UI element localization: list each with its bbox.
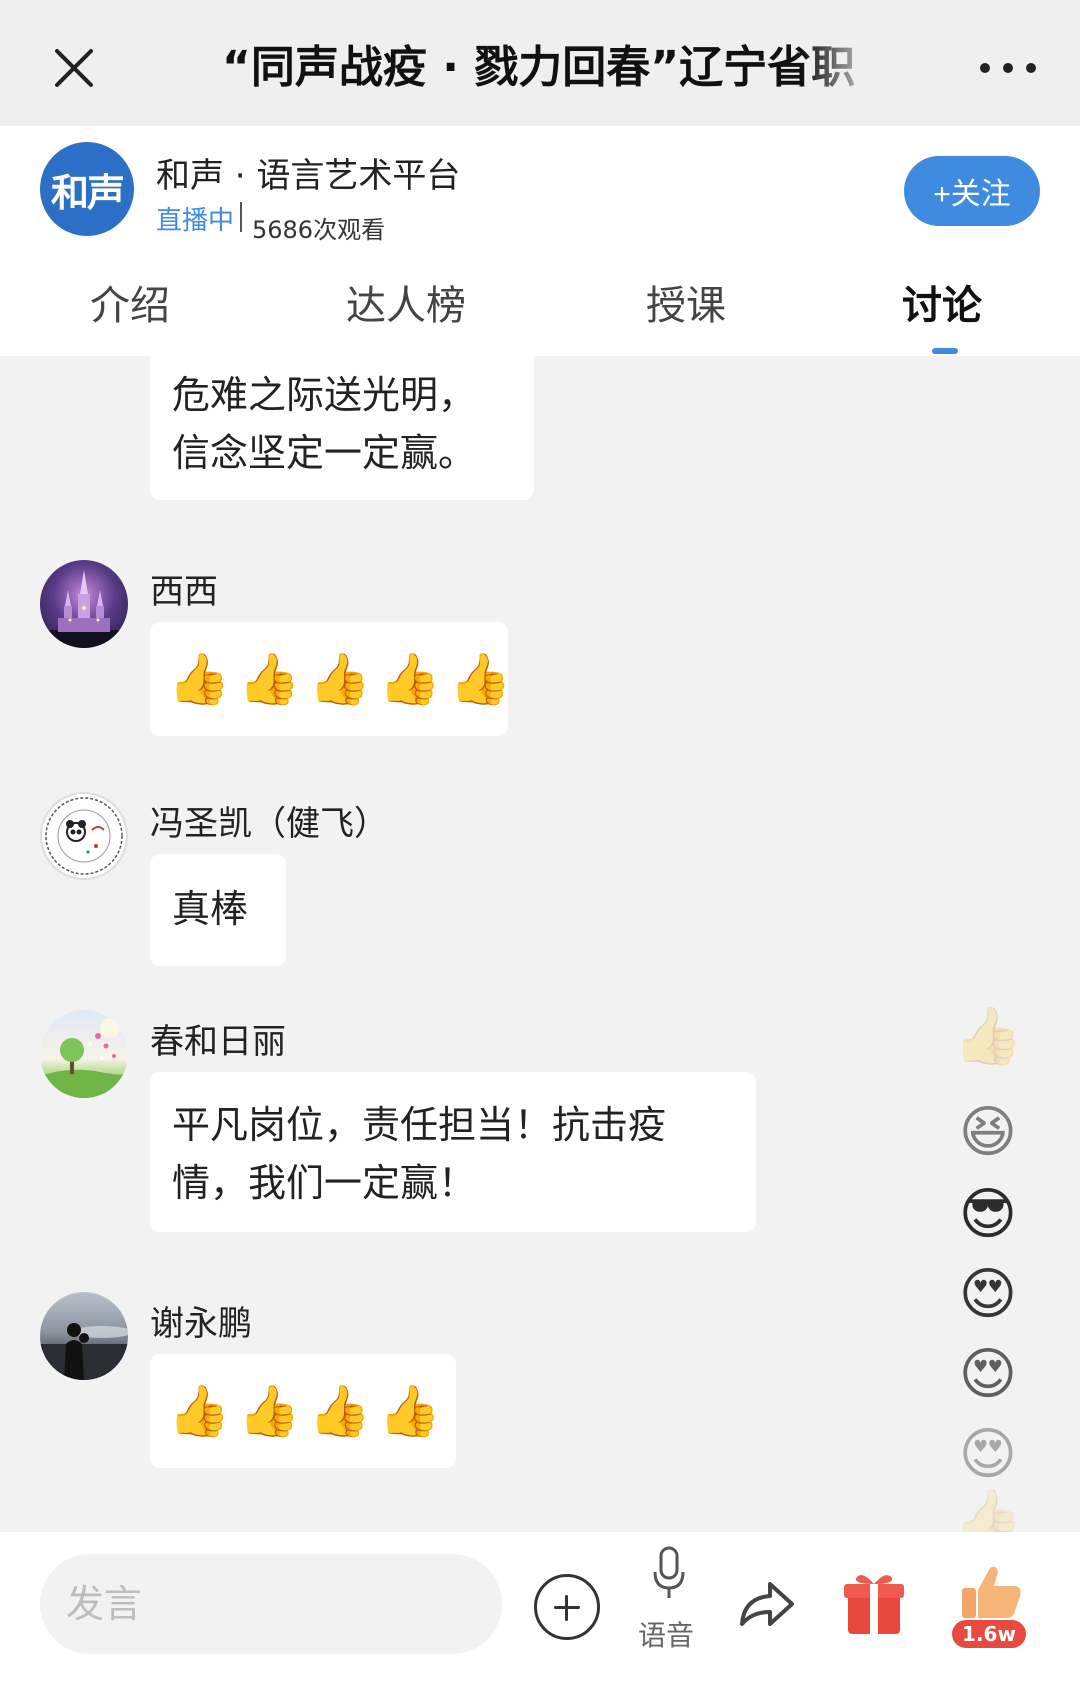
heart-eyes-face-icon: 😍 (958, 1341, 1018, 1407)
active-tab-indicator (932, 348, 958, 354)
channel-header: 和声 和声 · 语言艺术平台 直播中 5686次观看 +关注 (0, 126, 1080, 256)
thumbs-up-emoji: 👍 (238, 1382, 301, 1440)
thumbs-up-emoji: 👍 (449, 650, 512, 708)
tab-discussion[interactable]: 讨论 (902, 278, 982, 334)
avatar[interactable] (40, 1292, 128, 1380)
tab-leaderboard[interactable]: 达人榜 (346, 278, 466, 334)
tab-lessons[interactable]: 授课 (646, 278, 726, 334)
share-icon[interactable] (734, 1572, 798, 1636)
message-text-line: 平凡岗位，责任担当！抗击疫 (172, 1103, 667, 1147)
follow-button[interactable]: +关注 (904, 156, 1040, 226)
channel-name[interactable]: 和声 · 语言艺术平台 (156, 148, 460, 197)
thumbs-up-emoji: 👍 (238, 650, 301, 708)
channel-logo[interactable]: 和声 (40, 142, 134, 236)
like-button[interactable]: 1.6w (952, 1562, 1026, 1658)
avatar[interactable] (40, 792, 128, 880)
message-bubble[interactable]: 👍 👍 👍 👍 👍 (150, 622, 512, 736)
voice-button[interactable]: 语音 (632, 1546, 706, 1666)
divider (240, 202, 242, 232)
message-bubble[interactable]: 危难之际送光明， 信念坚定一定赢。 (150, 356, 534, 500)
thumbs-up-emoji: 👍 (308, 1382, 371, 1440)
message-text-line: 情，我们一定赢！ (172, 1161, 477, 1205)
more-icon[interactable] (980, 56, 1036, 80)
top-bar: “同声战疫 · 戮力回春”辽宁省职 (0, 0, 1080, 126)
message-bubble[interactable]: 平凡岗位，责任担当！抗击疫 情，我们一定赢！ (150, 1072, 756, 1232)
voice-label: 语音 (638, 1619, 695, 1652)
avatar[interactable] (40, 560, 128, 648)
microphone-icon (653, 1546, 685, 1598)
thumbs-up-emoji: 👍 (378, 650, 442, 708)
message-author[interactable]: 西西 (150, 564, 218, 613)
thumbs-up-emoji: 👍 (168, 650, 231, 708)
message-author[interactable]: 冯圣凯（健飞） (150, 796, 388, 845)
sunglasses-face-icon: 😎 (958, 1181, 1018, 1247)
heart-eyes-face-icon: 😍 (958, 1261, 1018, 1327)
close-icon[interactable] (44, 38, 104, 98)
thumbs-up-icon: 👍 (953, 1004, 1023, 1069)
thumbs-up-emoji: 👍 (168, 1382, 231, 1440)
bottom-bar: 语音 1.6w (0, 1532, 1080, 1681)
message-author[interactable]: 谢永鹏 (150, 1296, 252, 1345)
gift-icon[interactable] (842, 1570, 906, 1638)
chat-list[interactable]: 危难之际送光明， 信念坚定一定赢。 西西 👍 👍 👍 👍 👍 冯圣凯（健飞） 真… (0, 356, 1080, 1532)
message-author[interactable]: 春和日丽 (150, 1014, 286, 1063)
page-title: “同声战疫 · 戮力回春”辽宁省职 (222, 42, 856, 93)
thumbs-up-icon (962, 1566, 1021, 1618)
view-count: 5686次观看 (252, 216, 386, 244)
floating-reactions: 👍 😆 😎 😍 😍 😍 👍 (952, 1000, 1032, 1560)
thumbs-up-emoji: 👍 (378, 1382, 442, 1440)
comment-input[interactable] (40, 1554, 502, 1654)
message-text-line: 信念坚定一定赢。 (172, 431, 477, 475)
laughing-face-icon: 😆 (958, 1099, 1018, 1165)
heart-eyes-face-icon: 😍 (958, 1421, 1018, 1487)
tab-intro[interactable]: 介绍 (90, 278, 170, 334)
message-bubble[interactable]: 👍 👍 👍 👍 (150, 1354, 456, 1468)
tab-bar: 介绍 达人榜 授课 讨论 (0, 256, 1080, 356)
avatar[interactable] (40, 1010, 128, 1098)
thumbs-up-emoji: 👍 (308, 650, 371, 708)
message-bubble[interactable]: 真棒 (150, 854, 286, 966)
plus-icon[interactable] (534, 1574, 600, 1640)
message-text-line: 危难之际送光明， (172, 373, 477, 417)
like-count-badge: 1.6w (952, 1620, 1026, 1648)
live-status: 直播中 (156, 206, 235, 236)
